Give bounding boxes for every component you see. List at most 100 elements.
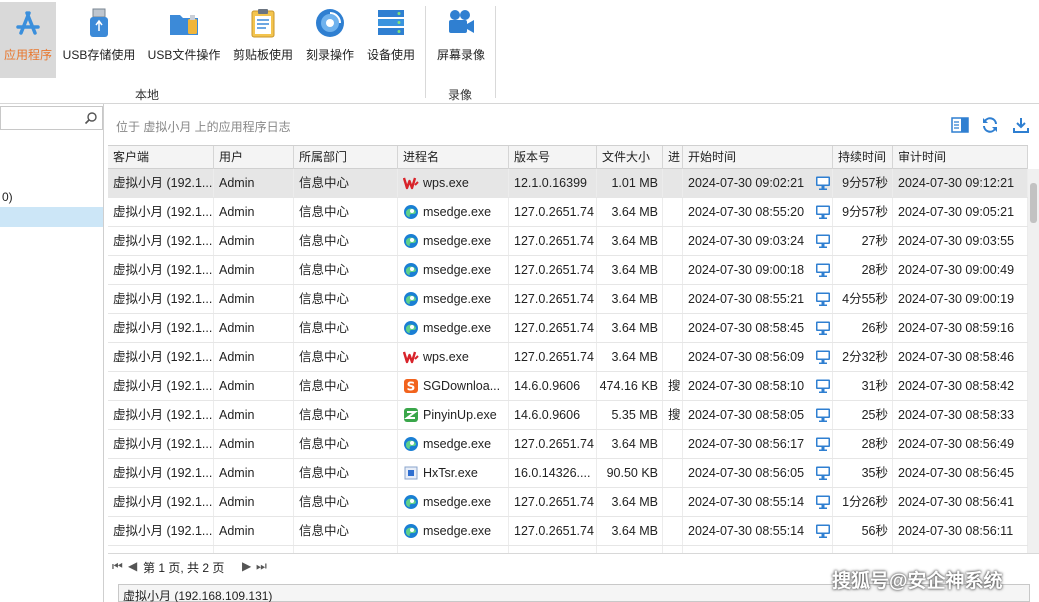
cell-proc: msedge.exe: [398, 546, 509, 553]
cell-user: Admin: [214, 488, 294, 516]
cell-start: 2024-07-30 08:58:45: [683, 314, 833, 342]
cell-p: [663, 285, 683, 313]
col-start-time[interactable]: 开始时间: [683, 146, 833, 169]
cell-audit: 2024-07-30 08:56:11: [893, 517, 1028, 545]
cell-dur: 9分57秒: [833, 169, 893, 197]
cell-ver: 127.0.2651.74: [509, 227, 597, 255]
table-row[interactable]: 虚拟小月 (192.1...Admin信息中心msedge.exe127.0.2…: [108, 314, 1028, 343]
table-row[interactable]: 虚拟小月 (192.1...Admin信息中心msedge.exe127.0.2…: [108, 227, 1028, 256]
process-name: msedge.exe: [423, 495, 492, 509]
col-duration[interactable]: 持续时间: [833, 146, 893, 169]
table-vertical-scrollbar[interactable]: [1028, 169, 1039, 553]
last-page-icon[interactable]: ⏭: [256, 559, 267, 574]
screen-view-icon[interactable]: [815, 175, 831, 191]
col-process[interactable]: 进程名: [398, 146, 509, 169]
ribbon-usb-storage-button[interactable]: USB存储使用: [60, 2, 138, 78]
ribbon-usb-file-button[interactable]: USB文件操作: [144, 2, 224, 78]
table-row[interactable]: 虚拟小月 (192.1... Admin 信息中心 wps.exe 12.1.0.163…: [108, 169, 1028, 198]
table-row[interactable]: 虚拟小月 (192.1... Admin 信息中心 wps.exe 127.0.2651…: [108, 343, 1028, 372]
first-page-icon[interactable]: ⏮: [112, 559, 123, 574]
table-row[interactable]: 虚拟小月 (192.1... Admin 信息中心 PinyinUp.exe 14.6.…: [108, 401, 1028, 430]
tree-node-count[interactable]: 0): [2, 190, 13, 204]
table-row[interactable]: 虚拟小月 (192.1...Admin信息中心msedge.exe127.0.2…: [108, 517, 1028, 546]
ribbon-burn-button[interactable]: 刻录操作: [302, 2, 358, 78]
process-name: msedge.exe: [423, 292, 492, 306]
cell-p: [663, 169, 683, 197]
ribbon-device-button[interactable]: 设备使用: [362, 2, 420, 78]
table-row[interactable]: 虚拟小月 (192.1... Admin 信息中心 S SGDownloa... 14.6…: [108, 372, 1028, 401]
process-name: msedge.exe: [423, 524, 492, 538]
app-log-table: 客户端 用户 所属部门 进程名 版本号 文件大小 进 开始时间 持续时间 审计时…: [108, 145, 1028, 553]
col-version[interactable]: 版本号: [509, 146, 597, 169]
screen-view-icon[interactable]: [815, 465, 831, 481]
prev-page-icon[interactable]: ◀: [128, 559, 137, 573]
cell-user: Admin: [214, 285, 294, 313]
cell-audit: 2024-07-30 09:05:21: [893, 198, 1028, 226]
screen-view-icon[interactable]: [815, 378, 831, 394]
column-layout-icon[interactable]: [950, 115, 970, 135]
next-page-icon[interactable]: ▶: [242, 559, 251, 573]
tree-selected-node[interactable]: [0, 207, 103, 227]
screen-view-icon[interactable]: [815, 233, 831, 249]
cell-size: 3.64 MB: [597, 343, 663, 371]
ribbon-label: 刻录操作: [305, 48, 354, 62]
process-name: wps.exe: [423, 350, 469, 364]
table-row[interactable]: 虚拟小月 (192.1...Admin信息中心msedge.exe127.0.2…: [108, 198, 1028, 227]
edge-browser-icon: [404, 436, 418, 451]
cell-p: [663, 256, 683, 284]
ribbon-clipboard-button[interactable]: 剪贴板使用: [228, 2, 298, 78]
cell-start: 2024-07-30 08:55:14: [683, 546, 833, 553]
cell-start: 2024-07-30 08:58:10: [683, 372, 833, 400]
screen-view-icon[interactable]: [815, 262, 831, 278]
cell-proc: msedge.exe: [398, 198, 509, 226]
scrollbar-thumb[interactable]: [1030, 183, 1037, 223]
screen-view-icon[interactable]: [815, 320, 831, 336]
download-icon[interactable]: [1011, 115, 1031, 135]
ribbon-label: USB存储使用: [62, 48, 136, 62]
col-file-size[interactable]: 文件大小: [597, 146, 663, 169]
col-client[interactable]: 客户端: [108, 146, 214, 169]
cell-audit: 2024-07-30 09:12:21: [893, 169, 1028, 197]
cell-audit: 2024-07-30 08:56:49: [893, 430, 1028, 458]
screen-view-icon[interactable]: [815, 494, 831, 510]
cell-p: 搜: [663, 372, 683, 400]
cell-ver: 14.6.0.9606: [509, 372, 597, 400]
process-name: wps.exe: [423, 176, 469, 190]
cell-proc: msedge.exe: [398, 314, 509, 342]
table-row[interactable]: 虚拟小月 (192.1...Admin信息中心msedge.exe127.0.2…: [108, 285, 1028, 314]
screen-view-icon[interactable]: [815, 436, 831, 452]
cell-p: [663, 314, 683, 342]
cell-start: 2024-07-30 08:55:14: [683, 488, 833, 516]
table-row[interactable]: 虚拟小月 (192.1...Admin信息中心msedge.exe127.0.2…: [108, 430, 1028, 459]
screen-view-icon[interactable]: [815, 291, 831, 307]
edge-browser-icon: [404, 204, 418, 219]
cell-audit: 2024-07-30 09:03:55: [893, 227, 1028, 255]
table-row[interactable]: 虚拟小月 (192.1...Admin信息中心msedge.exe127.0.2…: [108, 546, 1028, 553]
screen-view-icon[interactable]: [815, 349, 831, 365]
edge-browser-icon: [404, 523, 418, 538]
col-process-desc[interactable]: 进: [663, 146, 683, 169]
col-user[interactable]: 用户: [214, 146, 294, 169]
screen-view-icon[interactable]: [815, 407, 831, 423]
cell-size: 3.64 MB: [597, 546, 663, 553]
cell-client: 虚拟小月 (192.1...: [108, 546, 214, 553]
table-row[interactable]: 虚拟小月 (192.1... Admin 信息中心 HxTsr.exe 16.0.143…: [108, 459, 1028, 488]
table-row[interactable]: 虚拟小月 (192.1...Admin信息中心msedge.exe127.0.2…: [108, 256, 1028, 285]
screen-view-icon[interactable]: [815, 523, 831, 539]
left-tree-pane: 0): [0, 104, 104, 602]
page-info-text: 第 1 页, 共 2 页: [143, 561, 225, 575]
screen-view-icon[interactable]: [815, 204, 831, 220]
status-text: 虚拟小月 (192.168.109.131): [123, 589, 273, 602]
table-row[interactable]: 虚拟小月 (192.1...Admin信息中心msedge.exe127.0.2…: [108, 488, 1028, 517]
cell-proc: msedge.exe: [398, 256, 509, 284]
col-audit-time[interactable]: 审计时间: [893, 146, 1028, 169]
ribbon-toolbar: 应用程序 USB存储使用 USB文件操作 剪贴板使用 刻录操作 设备使用 屏幕录…: [0, 0, 1039, 104]
cell-client: 虚拟小月 (192.1...: [108, 227, 214, 255]
tree-search-input[interactable]: [0, 106, 103, 130]
cell-client: 虚拟小月 (192.1...: [108, 285, 214, 313]
col-department[interactable]: 所属部门: [294, 146, 398, 169]
ribbon-apps-button[interactable]: 应用程序: [0, 2, 56, 78]
search-icon[interactable]: [81, 108, 101, 128]
refresh-icon[interactable]: [980, 115, 1000, 135]
ribbon-screen-record-button[interactable]: 屏幕录像: [432, 2, 490, 78]
